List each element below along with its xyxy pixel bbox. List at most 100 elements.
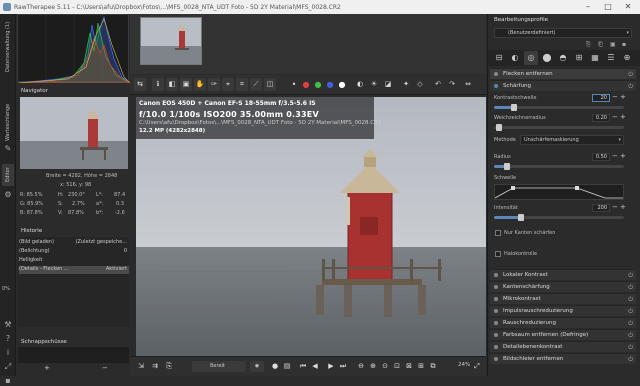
schwelle-curve[interactable]	[494, 184, 624, 200]
weichzeichnerradius-value[interactable]: 0.20	[592, 114, 610, 122]
intensitaet-increment[interactable]: +	[620, 203, 626, 211]
add-snapshot-button[interactable]: +	[44, 364, 50, 372]
sharpen-preview-icon[interactable]: ✦	[400, 78, 412, 91]
close-button[interactable]: ✕	[618, 0, 638, 14]
preview-mode-icon[interactable]: ◪	[382, 78, 394, 91]
copy-profile-icon[interactable]: ⎘	[586, 41, 591, 49]
weichzeichnerradius-increment[interactable]: +	[620, 113, 626, 121]
straighten-tool-icon[interactable]: ⟋	[250, 78, 262, 91]
intensitaet-slider[interactable]	[494, 214, 624, 221]
open-profile-icon[interactable]: ▣	[610, 41, 616, 48]
previous-image-icon[interactable]: ◀	[310, 361, 320, 372]
tab-detail-icon[interactable]: ◎	[524, 51, 538, 65]
red-channel-icon[interactable]: ●	[300, 78, 312, 91]
weichzeichnerradius-decrement[interactable]: −	[612, 113, 618, 121]
fullscreen-toggle-icon[interactable]: ⤢	[472, 361, 482, 372]
power-icon[interactable]: ⏻	[628, 70, 633, 80]
green-channel-icon[interactable]: ●	[312, 78, 324, 91]
before-after-icon[interactable]: ◧	[166, 78, 178, 91]
radius-increment[interactable]: +	[620, 152, 626, 160]
intensitaet-decrement[interactable]: −	[612, 203, 618, 211]
radius-decrement[interactable]: −	[612, 152, 618, 160]
slider-knob[interactable]	[504, 163, 510, 170]
slider-knob[interactable]	[518, 214, 524, 221]
clipping-shadow-icon[interactable]: ◐	[354, 78, 366, 91]
zoom-100-icon[interactable]: ⊙	[380, 361, 390, 372]
radius-slider[interactable]	[494, 163, 624, 170]
rotate-right-icon[interactable]: ↷	[446, 78, 458, 91]
first-image-icon[interactable]: ⏮	[298, 361, 308, 372]
navigator-thumbnail[interactable]	[20, 97, 128, 169]
power-icon[interactable]: ⏻	[628, 331, 633, 341]
section-flecken-entfernen[interactable]: Flecken entfernen ⏻	[490, 68, 636, 79]
zoom-fit-icon[interactable]: ⊡	[392, 361, 402, 372]
slider-knob[interactable]	[511, 104, 517, 111]
section-kantenschaerfung[interactable]: Kantenschärfung ⏻	[490, 281, 636, 292]
new-window-icon[interactable]: ⧉	[428, 361, 438, 372]
kontrastschwelle-value[interactable]: 20	[592, 94, 610, 102]
profile-select[interactable]: (Benutzerdefiniert) ▾	[494, 28, 632, 38]
section-rauschreduzierung[interactable]: Rauschreduzierung ⏻	[490, 317, 636, 328]
zoom-out-icon[interactable]: ⊖	[356, 361, 366, 372]
preview-icon[interactable]: ▤	[282, 361, 292, 372]
rotate-left-icon[interactable]: ↶	[432, 78, 444, 91]
detail-window-icon[interactable]: ⊞	[416, 361, 426, 372]
crop-tool-icon[interactable]: ⌗	[236, 78, 248, 91]
clipping-highlight-icon[interactable]: ☀	[368, 78, 380, 91]
info-icon[interactable]: i	[3, 348, 13, 358]
section-lokaler-kontrast[interactable]: Lokaler Kontrast ⏻	[490, 269, 636, 280]
power-icon[interactable]: ⏻	[628, 82, 633, 92]
save-icon[interactable]: ▪	[3, 376, 13, 386]
blue-channel-icon[interactable]: ●	[324, 78, 336, 91]
hand-tool-icon[interactable]: ✋	[194, 78, 206, 91]
power-icon[interactable]: ⏻	[628, 307, 633, 317]
preferences-icon[interactable]: ⚒	[3, 320, 13, 330]
kontrastschwelle-slider[interactable]	[494, 104, 624, 111]
tab-exposure-icon[interactable]: ◐	[508, 51, 522, 65]
section-impulsrauschreduzierung[interactable]: Impulsrauschreduzierung ⏻	[490, 305, 636, 316]
queue-icon[interactable]: ✎	[3, 144, 13, 154]
power-icon[interactable]: ⏻	[628, 343, 633, 353]
history-toggle-icon[interactable]: ⇆	[134, 78, 146, 91]
zoom-in-icon[interactable]: ⊕	[368, 361, 378, 372]
remove-snapshot-button[interactable]: −	[102, 364, 108, 372]
queue-add-icon[interactable]: ⇉	[150, 361, 160, 372]
info-toggle-icon[interactable]: ℹ	[152, 78, 164, 91]
flip-horizontal-icon[interactable]: ⇔	[462, 78, 474, 91]
kontrastschwelle-decrement[interactable]: −	[612, 93, 618, 101]
history-item[interactable]: (Belichtung) 0	[19, 248, 129, 256]
tab-raw-icon[interactable]: ▦	[588, 51, 602, 65]
save-image-icon[interactable]: ⇲	[136, 361, 146, 372]
halokontrolle-checkbox[interactable]	[495, 251, 501, 257]
history-item[interactable]: (Bild geladen) (Zuletzt gespeiche...	[19, 239, 129, 247]
white-balance-picker-icon[interactable]: ✑	[208, 78, 220, 91]
tab-editor[interactable]: Editor	[2, 164, 14, 186]
paste-profile-icon[interactable]: ⎗	[598, 41, 603, 49]
next-image-icon[interactable]: ▶	[326, 361, 336, 372]
channel-dot-icon[interactable]: •	[288, 78, 300, 91]
maximize-button[interactable]: □	[598, 0, 618, 14]
filmstrip-thumbnail[interactable]	[140, 17, 202, 65]
external-editor-icon[interactable]: ⎘	[164, 361, 174, 372]
spot-tool-icon[interactable]: ⌖	[222, 78, 234, 91]
power-icon[interactable]: ⏻	[628, 355, 633, 365]
section-farbsaum-entfernen[interactable]: Farbsaum entfernen (Defringe) ⏻	[490, 329, 636, 340]
zoom-fit-crop-icon[interactable]: ⊠	[404, 361, 414, 372]
slider-knob[interactable]	[496, 124, 502, 131]
luminance-channel-icon[interactable]: ●	[336, 78, 348, 91]
radius-value[interactable]: 0.50	[592, 153, 610, 161]
history-item[interactable]: Helligkeit	[19, 257, 129, 265]
help-icon[interactable]: ?	[3, 334, 13, 344]
section-mikrokontrast[interactable]: Mikrokontrast ⏻	[490, 293, 636, 304]
color-icon[interactable]: ●	[270, 361, 280, 372]
save-profile-icon[interactable]: ▪	[622, 41, 626, 48]
section-detailebenenkontrast[interactable]: Detailebenenkontrast ⏻	[490, 341, 636, 352]
kontrastschwelle-increment[interactable]: +	[620, 93, 626, 101]
weichzeichnerradius-slider[interactable]	[494, 124, 624, 131]
history-item-selected[interactable]: (Details - Flecken ... Aktiviert	[19, 266, 129, 274]
methode-select[interactable]: Unschärfemaskierung ▾	[520, 135, 624, 145]
tab-metadata-icon[interactable]: ☰	[604, 51, 618, 65]
minimize-button[interactable]: –	[578, 0, 598, 14]
tab-more-icon[interactable]: ⊕	[620, 51, 634, 65]
power-icon[interactable]: ⏻	[628, 295, 633, 305]
